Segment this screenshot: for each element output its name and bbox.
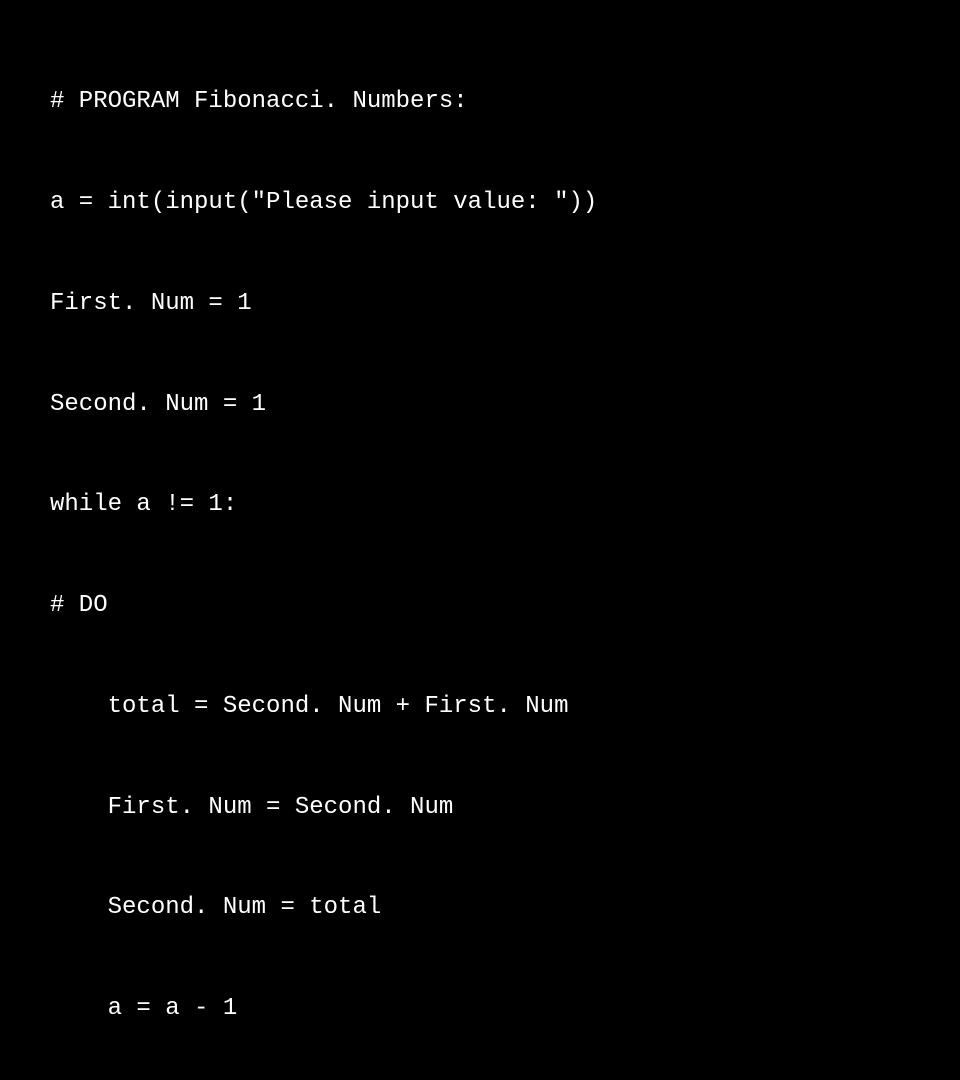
code-line: # DO bbox=[50, 589, 960, 623]
code-line: a = int(input("Please input value: ")) bbox=[50, 186, 960, 220]
code-line: # PROGRAM Fibonacci. Numbers: bbox=[50, 85, 960, 119]
code-line: a = a - 1 bbox=[50, 992, 960, 1026]
code-line: Second. Num = total bbox=[50, 891, 960, 925]
code-block: # PROGRAM Fibonacci. Numbers: a = int(in… bbox=[50, 18, 960, 1080]
code-line: First. Num = Second. Num bbox=[50, 791, 960, 825]
code-line: while a != 1: bbox=[50, 488, 960, 522]
code-line: First. Num = 1 bbox=[50, 287, 960, 321]
code-line: Second. Num = 1 bbox=[50, 388, 960, 422]
code-line: total = Second. Num + First. Num bbox=[50, 690, 960, 724]
